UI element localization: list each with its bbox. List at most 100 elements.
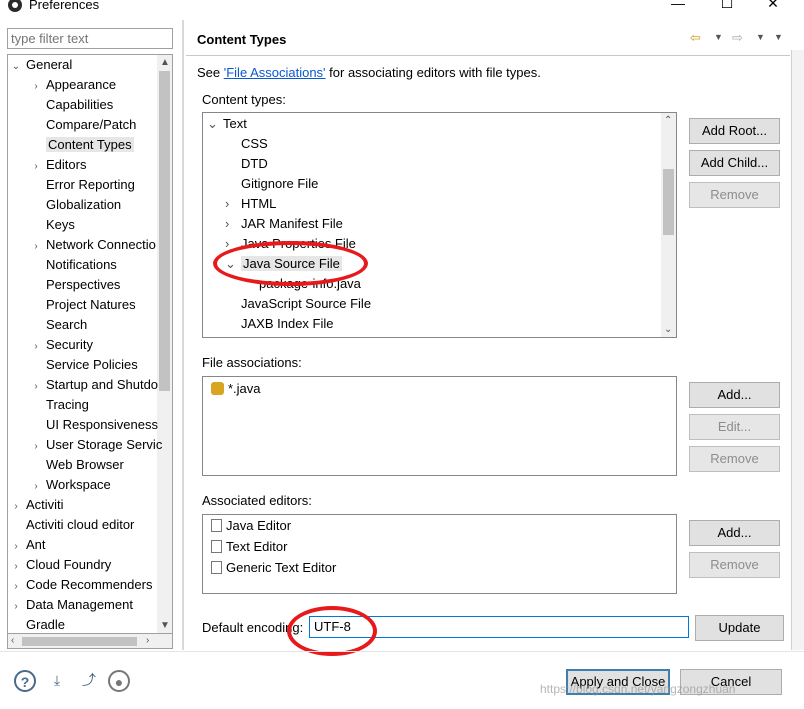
- scroll-down-icon[interactable]: ▼: [160, 620, 170, 631]
- expand-down-icon[interactable]: ⌄: [207, 114, 221, 134]
- tree-item[interactable]: › User Storage Servic: [30, 435, 162, 455]
- sash-splitter[interactable]: [182, 20, 184, 650]
- editor-item[interactable]: Text Editor: [211, 537, 287, 557]
- content-type-item[interactable]: › JAR Manifest File: [225, 214, 343, 234]
- tree-hscroll-thumb[interactable]: [22, 637, 137, 646]
- tree-item[interactable]: › Cloud Foundry: [10, 555, 111, 575]
- tree-item[interactable]: › Editors: [30, 155, 86, 175]
- footer-separator: [0, 651, 804, 652]
- close-button[interactable]: ✕: [763, 0, 783, 12]
- preference-tree: ▲ ▼ ⌄ General › Appearance Capabilities Compa…: [7, 54, 173, 634]
- filter-input[interactable]: [7, 28, 173, 49]
- expand-right-icon[interactable]: ›: [10, 497, 22, 517]
- scroll-left-icon[interactable]: ‹: [11, 635, 14, 646]
- tree-item[interactable]: › Workspace: [30, 475, 111, 497]
- export-icon[interactable]: ⤴: [78, 670, 100, 692]
- tree-item[interactable]: › Startup and Shutdo: [30, 375, 158, 395]
- expand-down-icon[interactable]: ⌄: [10, 57, 22, 77]
- tree-item[interactable]: › Network Connectio: [30, 235, 156, 255]
- tree-item[interactable]: Capabilities: [30, 95, 113, 115]
- forward-icon[interactable]: ⇨: [732, 30, 743, 46]
- generic-editor-icon: [211, 561, 222, 574]
- content-type-item[interactable]: JavaScript Source File: [225, 294, 371, 314]
- ct-scroll-thumb[interactable]: [663, 169, 674, 235]
- update-button[interactable]: Update: [695, 615, 784, 641]
- scroll-right-icon[interactable]: ›: [146, 635, 149, 646]
- expand-right-icon[interactable]: ›: [225, 214, 239, 234]
- expand-right-icon[interactable]: ›: [30, 377, 42, 397]
- tree-item[interactable]: Content Types: [30, 135, 134, 155]
- tree-item[interactable]: Activiti cloud editor: [10, 515, 134, 535]
- tree-item[interactable]: Web Browser: [30, 455, 124, 475]
- tree-item[interactable]: Project Natures: [30, 295, 136, 315]
- editor-item[interactable]: Java Editor: [211, 516, 291, 536]
- remove-editor-button[interactable]: Remove: [689, 552, 780, 578]
- add-editor-button[interactable]: Add...: [689, 520, 780, 546]
- expand-right-icon[interactable]: ›: [30, 337, 42, 357]
- expand-right-icon[interactable]: ›: [30, 157, 42, 177]
- content-type-item[interactable]: Gitignore File: [225, 174, 318, 194]
- tree-item[interactable]: › Appearance: [30, 75, 116, 95]
- tree-item[interactable]: › Data Management: [10, 595, 133, 615]
- tree-item[interactable]: Service Policies: [30, 355, 138, 375]
- expand-right-icon[interactable]: ›: [10, 537, 22, 557]
- tree-item[interactable]: › Code Recommenders: [10, 575, 152, 595]
- tree-item-label: Workspace: [46, 477, 111, 492]
- forward-menu-icon[interactable]: ▼: [756, 32, 765, 42]
- tree-item[interactable]: Globalization: [30, 195, 121, 215]
- tree-item[interactable]: Notifications: [30, 255, 117, 275]
- file-associations-link[interactable]: 'File Associations': [224, 65, 326, 80]
- tree-scroll-thumb[interactable]: [159, 71, 170, 391]
- import-icon[interactable]: ⤓: [46, 670, 68, 692]
- content-type-item[interactable]: JAXB Index File: [225, 314, 334, 334]
- preferences-window: Preferences — ☐ ✕ ▲ ▼ ⌄ General › Appearanc…: [0, 0, 804, 709]
- minimize-button[interactable]: —: [668, 0, 688, 12]
- expand-right-icon[interactable]: ›: [225, 194, 239, 214]
- view-menu-icon[interactable]: ▼: [774, 32, 783, 42]
- tree-item[interactable]: Compare/Patch: [30, 115, 136, 135]
- content-type-item[interactable]: DTD: [225, 154, 268, 174]
- expand-right-icon[interactable]: ›: [30, 237, 42, 257]
- expand-right-icon[interactable]: ›: [10, 577, 22, 597]
- expand-right-icon[interactable]: ›: [30, 77, 42, 97]
- add-root-button[interactable]: Add Root...: [689, 118, 780, 144]
- tree-item[interactable]: Tracing: [30, 395, 89, 415]
- tree-item[interactable]: Error Reporting: [30, 175, 135, 195]
- add-file-association-button[interactable]: Add...: [689, 382, 780, 408]
- back-menu-icon[interactable]: ▼: [714, 32, 723, 42]
- ct-scroll-down-icon[interactable]: ⌄: [664, 324, 672, 335]
- record-icon[interactable]: ●: [108, 670, 130, 692]
- content-type-item[interactable]: › HTML: [225, 194, 276, 214]
- content-type-item[interactable]: ⌄ Text: [207, 114, 247, 134]
- ct-scroll-up-icon[interactable]: ⌃: [664, 115, 672, 126]
- tree-item[interactable]: › Activiti: [10, 495, 63, 517]
- list-item[interactable]: *.java: [211, 379, 261, 399]
- tree-item[interactable]: Perspectives: [30, 275, 120, 295]
- tree-item[interactable]: › Ant: [10, 535, 45, 557]
- tree-item-label: Gradle: [26, 617, 66, 632]
- tree-item[interactable]: › Security: [30, 335, 93, 355]
- expand-right-icon[interactable]: ›: [30, 437, 42, 457]
- tree-item[interactable]: UI Responsiveness: [30, 415, 158, 435]
- expand-right-icon[interactable]: ›: [30, 477, 42, 497]
- help-icon[interactable]: ?: [14, 670, 36, 692]
- content-type-item[interactable]: CSS: [225, 134, 268, 154]
- add-child-button[interactable]: Add Child...: [689, 150, 780, 176]
- tree-item-label: Perspectives: [46, 277, 121, 292]
- maximize-button[interactable]: ☐: [717, 0, 737, 12]
- tree-item[interactable]: Gradle: [10, 615, 66, 633]
- scroll-up-icon[interactable]: ▲: [160, 57, 170, 68]
- expand-right-icon[interactable]: ›: [10, 597, 22, 617]
- editor-item[interactable]: Generic Text Editor: [211, 558, 336, 578]
- tree-item[interactable]: ⌄ General: [10, 55, 72, 75]
- tree-item[interactable]: Keys: [30, 215, 75, 235]
- back-icon[interactable]: ⇦: [690, 30, 701, 46]
- remove-file-association-button[interactable]: Remove: [689, 446, 780, 472]
- expand-right-icon[interactable]: ›: [10, 557, 22, 577]
- tree-vertical-scrollbar[interactable]: ▲ ▼: [157, 55, 172, 633]
- tree-item[interactable]: Search: [30, 315, 87, 335]
- edit-file-association-button[interactable]: Edit...: [689, 414, 780, 440]
- remove-content-type-button[interactable]: Remove: [689, 182, 780, 208]
- content-types-scrollbar[interactable]: ⌃ ⌄: [661, 113, 676, 337]
- tree-horizontal-scrollbar[interactable]: ‹ ›: [7, 634, 173, 649]
